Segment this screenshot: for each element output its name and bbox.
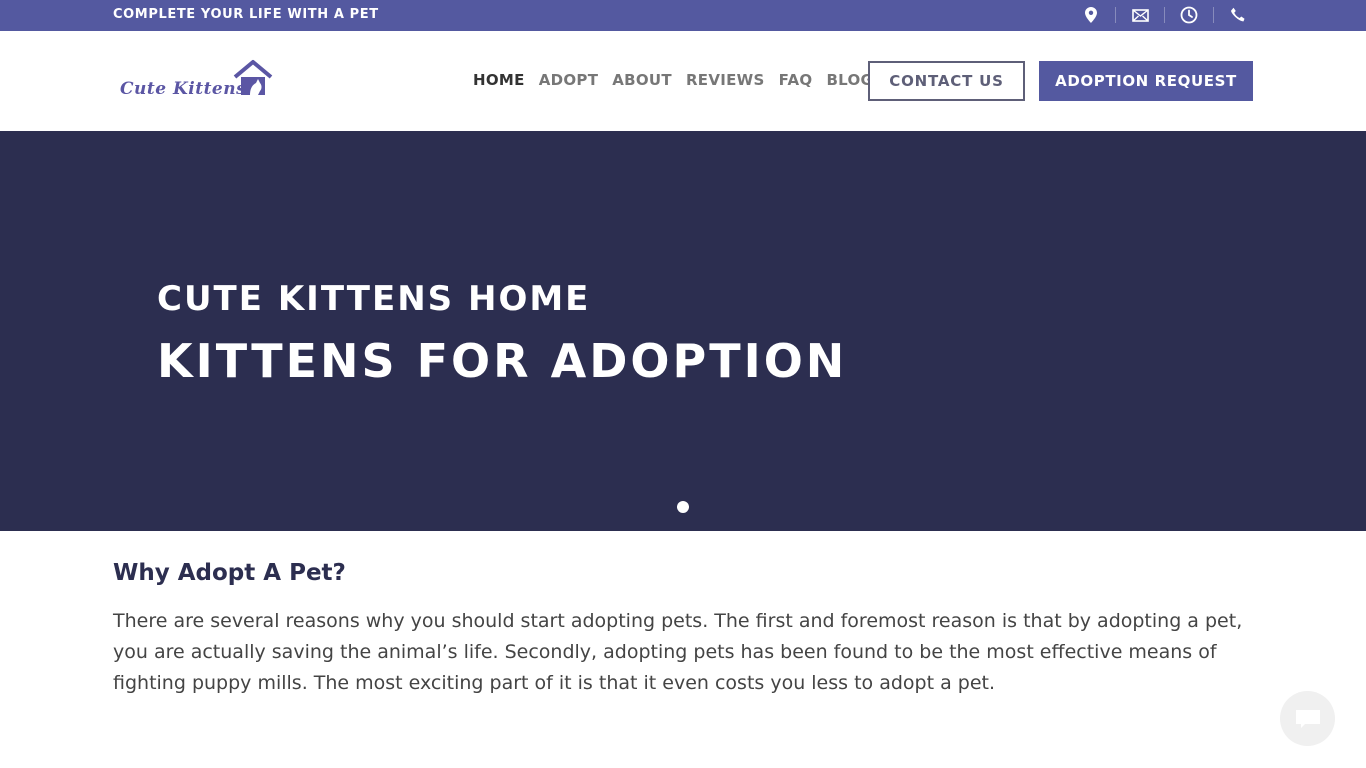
- hero-subtitle: CUTE KITTENS HOME: [157, 279, 591, 319]
- divider: [1213, 7, 1214, 23]
- adoption-request-button[interactable]: ADOPTION REQUEST: [1039, 61, 1253, 101]
- hero-slider: CUTE KITTENS HOME KITTENS FOR ADOPTION: [0, 131, 1366, 531]
- contact-us-button[interactable]: CONTACT US: [868, 61, 1025, 101]
- nav-faq[interactable]: FAQ: [779, 71, 813, 89]
- nav-blog[interactable]: BLOG: [826, 71, 873, 89]
- section-heading: Why Adopt A Pet?: [113, 560, 346, 586]
- house-cat-icon: [233, 60, 273, 95]
- logo-text: Cute Kittens: [120, 79, 247, 99]
- main-nav: HOME ADOPT ABOUT REVIEWS FAQ BLOG: [473, 71, 887, 89]
- logo[interactable]: Cute Kittens: [118, 59, 278, 103]
- nav-reviews[interactable]: REVIEWS: [686, 71, 765, 89]
- divider: [1115, 7, 1116, 23]
- phone-icon[interactable]: [1228, 5, 1248, 25]
- chat-button[interactable]: [1280, 691, 1335, 746]
- hero-title: KITTENS FOR ADOPTION: [157, 334, 848, 388]
- site-header: Cute Kittens HOME ADOPT ABOUT REVIEWS FA…: [0, 31, 1366, 131]
- why-adopt-section: Why Adopt A Pet? There are several reaso…: [113, 560, 1253, 699]
- clock-icon[interactable]: [1179, 5, 1199, 25]
- envelope-icon[interactable]: [1130, 5, 1150, 25]
- top-bar: COMPLETE YOUR LIFE WITH A PET: [0, 0, 1366, 31]
- nav-adopt[interactable]: ADOPT: [539, 71, 599, 89]
- chat-bubble-icon: [1295, 709, 1320, 728]
- slider-dot[interactable]: [677, 501, 689, 513]
- nav-home[interactable]: HOME: [473, 71, 525, 89]
- section-paragraph: There are several reasons why you should…: [113, 610, 1243, 694]
- tagline: COMPLETE YOUR LIFE WITH A PET: [113, 7, 379, 22]
- divider: [1164, 7, 1165, 23]
- top-bar-icons: [1081, 5, 1248, 25]
- map-pin-icon[interactable]: [1081, 5, 1101, 25]
- nav-about[interactable]: ABOUT: [612, 71, 672, 89]
